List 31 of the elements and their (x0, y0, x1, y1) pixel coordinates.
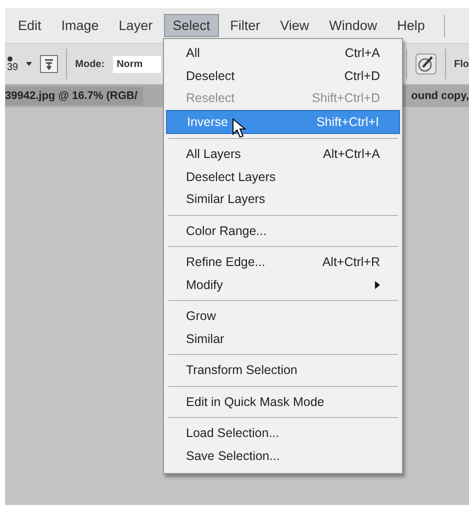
caret-icon[interactable] (26, 62, 32, 66)
document-tab[interactable]: ound copy, (411, 90, 469, 102)
mode-dropdown[interactable]: Norm (112, 56, 161, 72)
flow-label: Flo (454, 58, 469, 70)
menu-bar-item[interactable]: Help (388, 14, 434, 37)
menu-item[interactable]: Grow (166, 305, 400, 328)
menu-item[interactable]: Similar Layers (166, 188, 400, 210)
menu-bar-item[interactable]: Image (52, 14, 108, 37)
menu-item[interactable]: Load Selection... (166, 422, 400, 444)
menu-bar-item[interactable]: Select (164, 14, 220, 37)
menu-item[interactable]: All Layers Alt+Ctrl+A (166, 143, 400, 166)
menu-item[interactable]: Modify (166, 274, 400, 296)
menu-item[interactable]: Similar (166, 328, 400, 350)
menu-item[interactable]: Refine Edge... Alt+Ctrl+R (166, 251, 400, 274)
menu-item[interactable]: Save Selection... (166, 444, 400, 467)
pointer-icon (232, 118, 246, 138)
menu-item[interactable]: Transform Selection (166, 359, 400, 382)
menu-bar-item[interactable]: Window (320, 14, 386, 37)
brush-preset-icon[interactable] (7, 56, 13, 62)
menu-bar-item[interactable]: View (271, 14, 318, 37)
menu-bar-item[interactable]: Layer (110, 14, 162, 37)
menu-item[interactable]: Edit in Quick Mask Mode (166, 390, 400, 413)
menu-item[interactable]: Deselect Layers (166, 166, 400, 188)
menu-item[interactable]: Color Range... (166, 220, 400, 242)
menu-item[interactable]: Deselect Ctrl+D (166, 64, 400, 87)
menu-item[interactable]: All Ctrl+A (166, 42, 400, 64)
document-tab[interactable]: 39942.jpg @ 16.7% (RGB/ (5, 87, 144, 105)
mode-label: Mode: (75, 58, 105, 70)
menu-bar-item[interactable]: Filter (221, 14, 270, 37)
menu-bar-item[interactable]: Edit (9, 14, 50, 37)
brush-size: 39 (7, 62, 18, 72)
